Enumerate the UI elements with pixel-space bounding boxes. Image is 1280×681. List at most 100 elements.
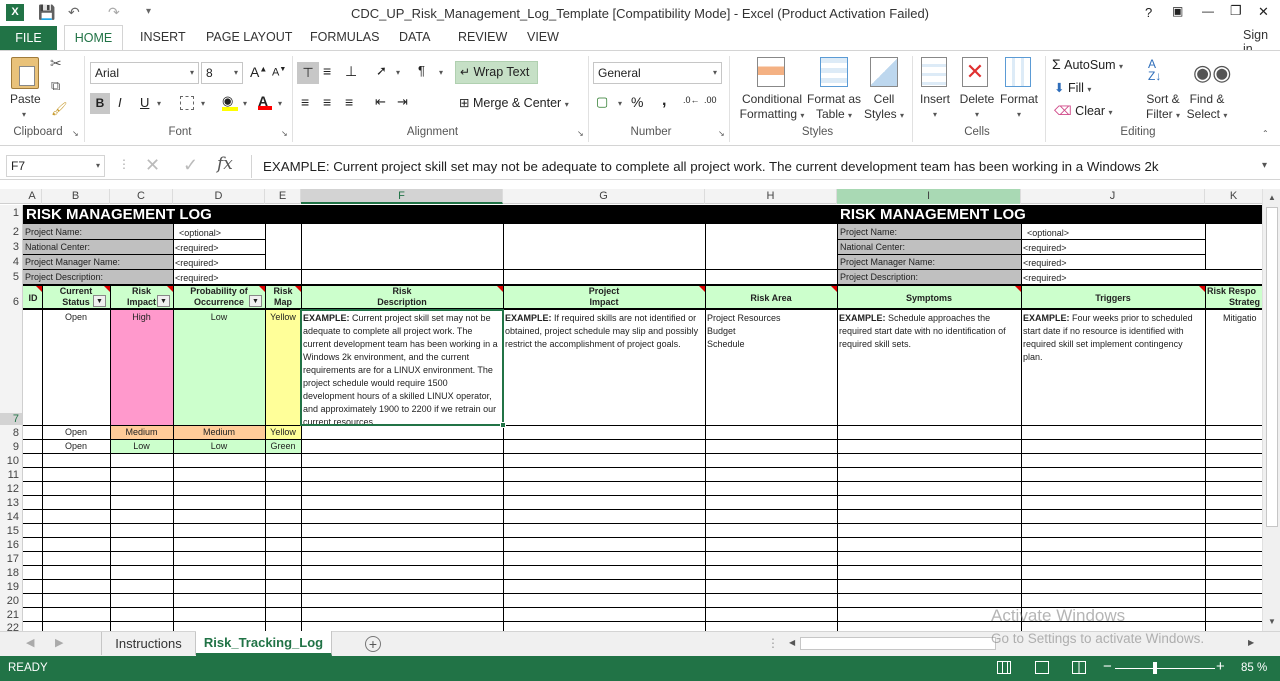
conditional-formatting-button[interactable]: Conditional Formatting ▾ — [736, 92, 808, 123]
tab-review[interactable]: REVIEW — [458, 30, 507, 44]
header-triggers[interactable]: Triggers — [1021, 292, 1205, 304]
info-label[interactable]: National Center: — [25, 241, 90, 253]
number-format-box[interactable]: General ▾ — [593, 62, 722, 84]
comma-button[interactable]: , — [662, 92, 666, 110]
info-value[interactable]: <required> — [1023, 272, 1067, 284]
orientation-icon[interactable]: ➚ — [376, 63, 387, 79]
tab-insert[interactable]: INSERT — [140, 30, 186, 44]
underline-button[interactable]: U — [140, 95, 149, 110]
alignment-launcher-icon[interactable]: ↘ — [577, 129, 584, 138]
insert-function-button[interactable]: fx — [217, 154, 233, 174]
column-header-b[interactable]: B — [42, 189, 110, 204]
cell-project-impact[interactable]: EXAMPLE: If required skills are not iden… — [505, 312, 703, 351]
accounting-dropdown-icon[interactable]: ▾ — [618, 99, 622, 108]
info-label[interactable]: Project Name: — [840, 226, 897, 238]
ribbon-display-icon[interactable]: ▣ — [1172, 4, 1183, 18]
scroll-left-icon[interactable]: ◀ — [789, 638, 795, 647]
align-left-icon[interactable]: ≡ — [301, 94, 309, 110]
info-value[interactable]: <required> — [175, 242, 219, 254]
font-size-box[interactable]: 8 ▾ — [201, 62, 243, 84]
tab-view[interactable]: VIEW — [527, 30, 559, 44]
font-launcher-icon[interactable]: ↘ — [281, 129, 288, 138]
cell-prob-low[interactable] — [173, 310, 265, 425]
scroll-up-icon[interactable]: ▲ — [1268, 193, 1276, 202]
row-header-19[interactable]: 19 — [0, 581, 22, 593]
info-value[interactable]: <optional> — [1027, 227, 1069, 239]
format-painter-icon[interactable]: 🖌 — [51, 101, 68, 117]
wrap-text-button[interactable]: ↵ Wrap Text — [455, 61, 538, 84]
cell-impact[interactable]: Medium — [110, 426, 173, 438]
cell-status[interactable]: Open — [42, 426, 110, 438]
info-value[interactable]: <required> — [1023, 242, 1067, 254]
cell-risk-area[interactable]: Project Resources Budget Schedule — [707, 312, 835, 351]
header-risk-area[interactable]: Risk Area — [705, 292, 837, 304]
header-id[interactable]: ID — [24, 292, 42, 304]
row-header-13[interactable]: 13 — [0, 497, 22, 509]
cell-probability[interactable]: Low — [173, 440, 265, 452]
row-header-3[interactable]: 3 — [0, 241, 22, 253]
binoculars-icon[interactable]: ◉◉ — [1193, 60, 1231, 86]
font-color-dropdown-icon[interactable]: ▾ — [278, 99, 282, 108]
info-value[interactable]: <required> — [1023, 257, 1067, 269]
header-symptoms[interactable]: Symptoms — [837, 292, 1021, 304]
sort-filter-icon[interactable]: A Z↓ — [1148, 58, 1161, 82]
header-project-impact[interactable]: Project Impact — [503, 286, 705, 308]
column-header-f[interactable]: F — [301, 189, 503, 204]
align-bottom-icon[interactable]: ⊥ — [345, 63, 357, 80]
paste-icon[interactable] — [11, 57, 39, 89]
column-header-i[interactable]: I — [837, 189, 1021, 204]
cell-impact-high[interactable] — [110, 310, 173, 425]
align-middle-icon[interactable]: ≡ — [323, 63, 331, 79]
row-header-20[interactable]: 20 — [0, 595, 22, 607]
close-button[interactable]: ✕ — [1258, 4, 1269, 20]
minimize-button[interactable]: — — [1202, 4, 1214, 18]
zoom-slider-track[interactable] — [1115, 668, 1215, 669]
cell-risk-map[interactable]: Green — [265, 440, 301, 452]
percent-button[interactable]: % — [631, 94, 643, 110]
paste-dropdown-icon[interactable]: ▾ — [22, 110, 26, 119]
restore-button[interactable]: ❐ — [1230, 3, 1242, 19]
info-value[interactable]: <required> — [175, 257, 219, 269]
cell-probability[interactable]: Low — [173, 311, 265, 323]
column-header-j[interactable]: J — [1021, 189, 1205, 204]
zoom-out-button[interactable]: − — [1103, 658, 1112, 675]
cell-styles-button[interactable]: Cell Styles ▾ — [862, 92, 906, 123]
tab-home[interactable]: HOME — [64, 25, 123, 51]
shrink-font-icon[interactable]: A▼ — [272, 66, 286, 79]
copy-icon[interactable]: ⧉ — [51, 78, 60, 94]
sort-filter-button[interactable]: Sort & Filter ▾ — [1140, 92, 1186, 123]
filter-dropdown-status[interactable]: ▼ — [93, 295, 106, 307]
zoom-slider-thumb[interactable] — [1153, 662, 1157, 674]
row-header-12[interactable]: 12 — [0, 483, 22, 495]
autosum-button[interactable]: Σ AutoSum ▾ — [1052, 56, 1123, 72]
cut-icon[interactable]: ✂ — [50, 55, 62, 72]
decrease-decimal-icon[interactable]: .00 — [704, 95, 717, 105]
cell-status[interactable]: Open — [42, 311, 110, 323]
find-select-button[interactable]: Find & Select ▾ — [1186, 92, 1228, 123]
row-header-18[interactable]: 18 — [0, 567, 22, 579]
cell-triggers[interactable]: EXAMPLE: Four weeks prior to scheduled s… — [1023, 312, 1203, 364]
delete-cells-button[interactable]: Delete ▾ — [957, 92, 997, 122]
filter-dropdown-impact[interactable]: ▼ — [157, 295, 170, 307]
info-value[interactable]: <optional> — [179, 227, 221, 239]
conditional-formatting-icon[interactable] — [757, 57, 785, 87]
row-header-9[interactable]: 9 — [0, 441, 22, 453]
sheet-tab-risk-tracking-log[interactable]: Risk_Tracking_Log — [196, 631, 332, 656]
insert-cells-button[interactable]: Insert ▾ — [915, 92, 955, 122]
row-header-6[interactable]: 6 — [0, 296, 22, 308]
text-direction-dropdown-icon[interactable]: ▾ — [439, 68, 443, 77]
cancel-entry-icon[interactable]: ✕ — [145, 155, 160, 176]
info-label[interactable]: Project Description: — [840, 271, 918, 283]
normal-view-icon[interactable] — [997, 661, 1011, 674]
sheet-tab-instructions[interactable]: Instructions — [101, 632, 196, 655]
zoom-level[interactable]: 85 % — [1241, 662, 1267, 674]
info-label[interactable]: National Center: — [840, 241, 905, 253]
cell-styles-icon[interactable] — [870, 57, 898, 87]
clipboard-launcher-icon[interactable]: ↘ — [72, 129, 79, 138]
row-header-8[interactable]: 8 — [0, 427, 22, 439]
new-sheet-button[interactable]: + — [365, 636, 381, 652]
column-header-h[interactable]: H — [705, 189, 837, 204]
cell-risk-map[interactable]: Yellow — [265, 426, 301, 438]
column-header-d[interactable]: D — [173, 189, 265, 204]
collapse-ribbon-icon[interactable]: ⌃ — [1262, 129, 1269, 138]
